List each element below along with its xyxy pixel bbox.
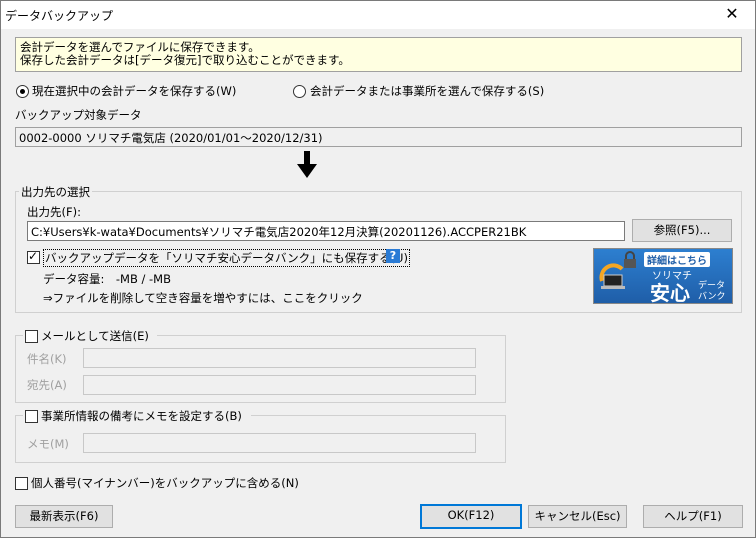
mynumber-checkbox-label[interactable]: 個人番号(マイナンバー)をバックアップに含める(N)	[31, 475, 299, 491]
banner-sub2: バンク	[698, 292, 726, 302]
target-data-field: 0002-0000 ソリマチ電気店 (2020/01/01～2020/12/31…	[15, 127, 742, 147]
help-button[interactable]: ヘルプ(F1)	[643, 505, 743, 528]
mail-checkbox[interactable]	[25, 330, 38, 343]
output-path-value: C:¥Users¥k-wata¥Documents¥ソリマチ電気店2020年12…	[31, 225, 527, 239]
to-field[interactable]	[83, 375, 476, 395]
output-path-field[interactable]: C:¥Users¥k-wata¥Documents¥ソリマチ電気店2020年12…	[27, 221, 625, 241]
banner-detail-tag: 詳細はこちら	[644, 252, 710, 267]
memo-label: メモ(M)	[27, 437, 69, 451]
bank-checkbox[interactable]	[27, 249, 40, 264]
memo-checkbox[interactable]	[25, 410, 38, 423]
mynumber-checkbox[interactable]	[15, 477, 28, 490]
bank-checkbox-label[interactable]: バックアップデータを「ソリマチ安心データバンク」にも保存する(U)	[43, 249, 410, 267]
banner-big-text: 安心	[650, 281, 690, 304]
data-bank-banner[interactable]: 詳細はこちら ソリマチ 安心 データ バンク	[593, 248, 733, 304]
backup-dialog: データバックアップ ✕ 会計データを選んでファイルに保存できます。 保存した会計…	[0, 0, 756, 538]
lock-icon	[622, 251, 638, 269]
radio-select-data[interactable]	[293, 85, 306, 98]
radio-current-data[interactable]	[16, 85, 29, 98]
capacity-text: データ容量: -MB / -MB	[43, 272, 171, 286]
info-line-2: 保存した会計データは[データ復元]で取り込むことができます。	[20, 53, 350, 67]
ok-button[interactable]: OK(F12)	[420, 504, 522, 529]
radio-current-data-label[interactable]: 現在選択中の会計データを保存する(W)	[32, 83, 236, 99]
arrow-down-icon	[297, 151, 317, 179]
memo-checkbox-label[interactable]: 事業所情報の備考にメモを設定する(B)	[41, 408, 242, 424]
radio-select-data-label[interactable]: 会計データまたは事業所を選んで保存する(S)	[310, 83, 544, 99]
close-button[interactable]: ✕	[709, 1, 755, 29]
cancel-button[interactable]: キャンセル(Esc)	[528, 505, 627, 528]
free-space-link[interactable]: ⇒ファイルを削除して空き容量を増やすには、ここをクリック	[43, 290, 363, 306]
refresh-button[interactable]: 最新表示(F6)	[15, 505, 113, 528]
window-title: データバックアップ	[5, 9, 114, 23]
target-label: バックアップ対象データ	[15, 108, 142, 122]
mail-checkbox-label[interactable]: メールとして送信(E)	[41, 328, 149, 344]
output-group-label: 出力先の選択	[19, 184, 92, 200]
title-bar: データバックアップ ✕	[1, 1, 755, 29]
info-box: 会計データを選んでファイルに保存できます。 保存した会計データは[データ復元]で…	[15, 37, 742, 72]
output-path-label: 出力先(F):	[27, 205, 81, 219]
subject-label: 件名(K)	[27, 352, 67, 366]
help-icon[interactable]: ?	[386, 249, 400, 263]
subject-field[interactable]	[83, 348, 476, 368]
to-label: 宛先(A)	[27, 378, 67, 392]
memo-field[interactable]	[83, 433, 476, 453]
target-data-value: 0002-0000 ソリマチ電気店 (2020/01/01～2020/12/31…	[19, 131, 323, 145]
browse-button[interactable]: 参照(F5)...	[632, 219, 732, 242]
